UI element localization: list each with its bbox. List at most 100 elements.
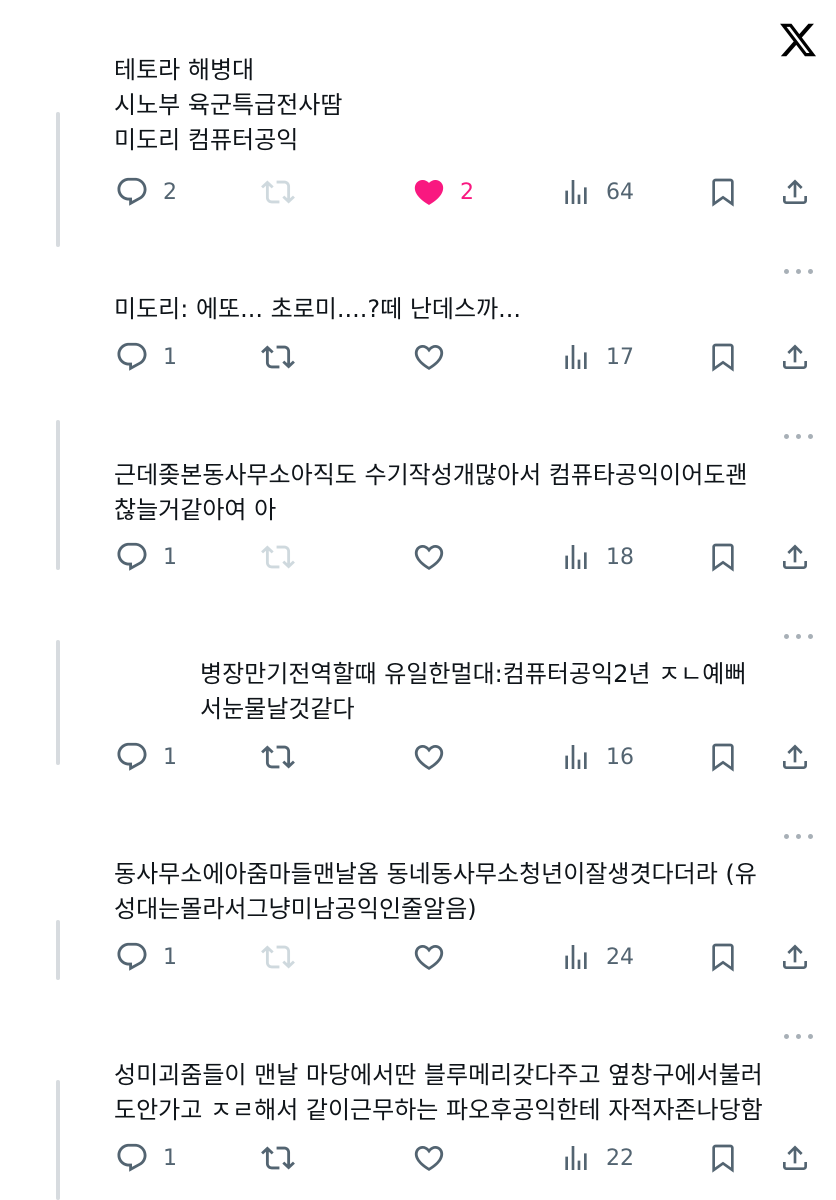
share-button[interactable] xyxy=(779,335,811,379)
reply-icon xyxy=(117,177,147,206)
heart-icon xyxy=(414,344,444,370)
views-button[interactable]: 17 xyxy=(560,335,634,379)
like-count: 2 xyxy=(460,179,474,205)
bookmark-icon xyxy=(712,343,734,372)
like-button[interactable] xyxy=(412,535,446,579)
tweet-actions: 1 18 xyxy=(0,535,836,579)
reply-count: 1 xyxy=(163,544,177,570)
like-button[interactable] xyxy=(412,1136,446,1180)
views-icon xyxy=(565,345,587,369)
reply-icon xyxy=(117,942,147,971)
more-button[interactable] xyxy=(784,632,814,642)
bookmark-icon xyxy=(712,743,734,772)
heart-icon xyxy=(414,179,444,205)
more-button[interactable] xyxy=(784,832,814,842)
reply-icon xyxy=(117,342,147,371)
views-count: 16 xyxy=(606,744,634,770)
reply-button[interactable]: 1 xyxy=(115,1136,177,1180)
reply-count: 1 xyxy=(163,944,177,970)
views-icon xyxy=(565,945,587,969)
heart-icon xyxy=(414,944,444,970)
share-icon xyxy=(783,544,807,569)
tweet-text: 미도리: 에또... 초로미....?떼 난데스까... xyxy=(114,295,522,323)
bookmark-icon xyxy=(712,1144,734,1173)
retweet-button[interactable] xyxy=(261,935,295,979)
views-count: 64 xyxy=(606,179,634,205)
more-icon xyxy=(784,434,789,439)
retweet-icon xyxy=(261,945,295,969)
retweet-icon xyxy=(261,345,295,369)
tweet-text: 병장만기전역할때 유일한멀대:컴퓨터공익2년 ㅈㄴ예뻐 서눈물날것같다 xyxy=(200,660,747,723)
tweet-text: 근데좆본동사무소아직도 수기작성개많아서 컴퓨타공익이어도괜 찮늘거같아여 아 xyxy=(114,461,748,524)
retweet-button[interactable] xyxy=(261,335,295,379)
views-count: 17 xyxy=(606,344,634,370)
bookmark-icon xyxy=(712,543,734,572)
bookmark-button[interactable] xyxy=(707,170,739,214)
tweet-actions: 2 2 64 xyxy=(0,170,836,214)
bookmark-icon xyxy=(712,178,734,207)
share-icon xyxy=(783,179,807,204)
reply-button[interactable]: 2 xyxy=(115,170,177,214)
reply-button[interactable]: 1 xyxy=(115,735,177,779)
reply-count: 1 xyxy=(163,1145,177,1171)
share-icon xyxy=(783,744,807,769)
reply-icon xyxy=(117,1143,147,1172)
more-button[interactable] xyxy=(784,267,814,277)
reply-count: 1 xyxy=(163,744,177,770)
retweet-icon xyxy=(261,745,295,769)
share-icon xyxy=(783,944,807,969)
reply-count: 2 xyxy=(163,179,177,205)
share-button[interactable] xyxy=(779,735,811,779)
views-count: 24 xyxy=(606,944,634,970)
like-button[interactable] xyxy=(412,735,446,779)
bookmark-button[interactable] xyxy=(707,335,739,379)
views-icon xyxy=(565,545,587,569)
tweet-actions: 1 16 xyxy=(0,735,836,779)
more-button[interactable] xyxy=(784,1032,814,1042)
views-button[interactable]: 16 xyxy=(560,735,634,779)
bookmark-icon xyxy=(712,943,734,972)
views-button[interactable]: 18 xyxy=(560,535,634,579)
share-button[interactable] xyxy=(779,935,811,979)
views-icon xyxy=(565,1146,587,1170)
views-button[interactable]: 24 xyxy=(560,935,634,979)
tweet-text: 동사무소에아줌마들맨날옴 동네동사무소청년이잘생겻다더라 (유 성대는몰라서그냥… xyxy=(114,860,757,923)
views-icon xyxy=(565,745,587,769)
reply-button[interactable]: 1 xyxy=(115,535,177,579)
more-icon xyxy=(784,834,789,839)
retweet-button[interactable] xyxy=(261,535,295,579)
retweet-icon xyxy=(261,180,295,204)
heart-icon xyxy=(414,1145,444,1171)
like-button[interactable] xyxy=(412,935,446,979)
heart-icon xyxy=(414,744,444,770)
bookmark-button[interactable] xyxy=(707,535,739,579)
share-button[interactable] xyxy=(779,1136,811,1180)
tweet-actions: 1 22 xyxy=(0,1136,836,1180)
views-button[interactable]: 64 xyxy=(560,170,634,214)
more-button[interactable] xyxy=(784,432,814,442)
bookmark-button[interactable] xyxy=(707,735,739,779)
views-icon xyxy=(565,180,587,204)
reply-button[interactable]: 1 xyxy=(115,335,177,379)
bookmark-button[interactable] xyxy=(707,935,739,979)
views-count: 18 xyxy=(606,544,634,570)
retweet-button[interactable] xyxy=(261,170,295,214)
retweet-button[interactable] xyxy=(261,1136,295,1180)
views-button[interactable]: 22 xyxy=(560,1136,634,1180)
tweet-actions: 1 24 xyxy=(0,935,836,979)
share-icon xyxy=(783,344,807,369)
bookmark-button[interactable] xyxy=(707,1136,739,1180)
views-count: 22 xyxy=(606,1145,634,1171)
more-icon xyxy=(784,1034,789,1039)
retweet-icon xyxy=(261,545,295,569)
retweet-button[interactable] xyxy=(261,735,295,779)
share-button[interactable] xyxy=(779,535,811,579)
like-button[interactable]: 2 xyxy=(412,170,474,214)
reply-button[interactable]: 1 xyxy=(115,935,177,979)
share-button[interactable] xyxy=(779,170,811,214)
share-icon xyxy=(783,1145,807,1170)
like-button[interactable] xyxy=(412,335,446,379)
heart-icon xyxy=(414,544,444,570)
reply-icon xyxy=(117,542,147,571)
more-icon xyxy=(784,269,789,274)
